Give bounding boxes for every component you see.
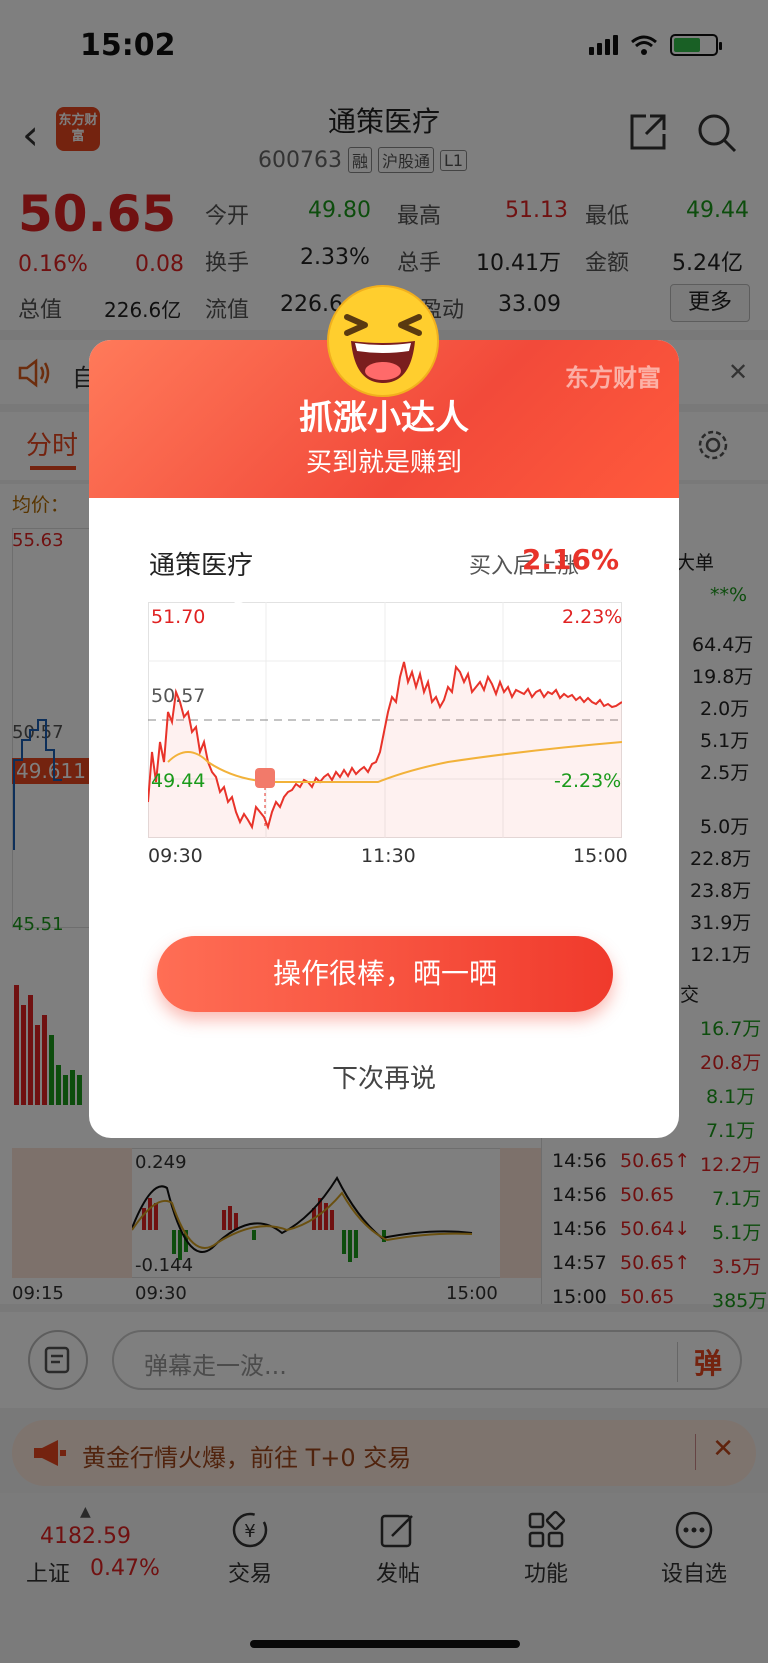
dismiss-button[interactable]: 下次再说 (89, 1058, 679, 1095)
mini-time-0: 09:30 (148, 845, 203, 867)
intraday-mini-chart (148, 602, 622, 838)
modal-brand: 东方财富 (565, 364, 661, 392)
pct-min: -2.23% (554, 770, 622, 792)
pct-max: 2.23% (562, 606, 623, 628)
buy-marker: B (233, 589, 245, 607)
chart-max: 51.70 (151, 606, 206, 628)
chart-mid: 50.57 (151, 685, 206, 707)
mini-time-1: 11:30 (361, 845, 416, 867)
chart-min: 49.44 (151, 770, 206, 792)
laughing-emoji-icon (327, 285, 439, 397)
rise-value: 2.16% (521, 543, 619, 576)
share-button[interactable]: 操作很棒，晒一晒 (157, 936, 613, 1012)
modal-stock-name: 通策医疗 (149, 551, 254, 581)
achievement-modal: 东方财富 抓涨小达人 买到就是赚到 通策医疗 买入后上涨 2.16% B 51.… (89, 340, 679, 1138)
mini-time-2: 15:00 (573, 845, 628, 867)
modal-subtitle: 买到就是赚到 (305, 448, 462, 478)
